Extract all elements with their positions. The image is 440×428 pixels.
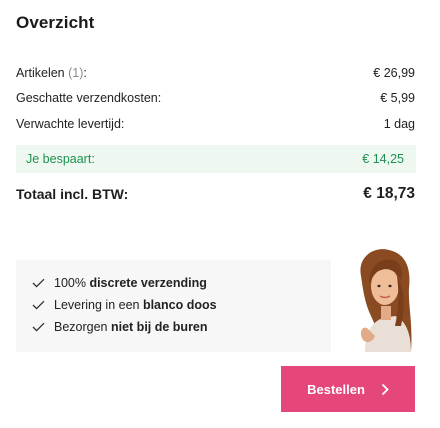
checkmark-icon — [32, 300, 45, 310]
shipping-value: € 5,99 — [380, 91, 415, 105]
perk-item: Bezorgen niet bij de buren — [32, 316, 331, 338]
shipping-label: Geschatte verzendkosten: — [16, 91, 162, 105]
delivery-time-value: 1 dag — [383, 117, 415, 131]
checkout-button[interactable]: Bestellen — [281, 366, 415, 412]
checkmark-icon — [32, 278, 45, 288]
savings-value: € 14,25 — [362, 152, 404, 166]
perk-item: Levering in een blanco doos — [32, 294, 331, 316]
savings-row: Je bespaart: € 14,25 — [16, 145, 416, 173]
items-value: € 26,99 — [373, 66, 415, 80]
delivery-time-label: Verwachte levertijd: — [16, 117, 125, 131]
delivery-time-row: Verwachte levertijd: 1 dag — [16, 117, 415, 131]
total-label: Totaal incl. BTW: — [16, 186, 129, 202]
woman-illustration-icon — [331, 246, 421, 352]
items-label: Artikelen (1): — [16, 66, 87, 80]
perk-item: 100% discrete verzending — [32, 272, 331, 294]
shipping-row: Geschatte verzendkosten: € 5,99 — [16, 91, 415, 105]
perk-text: Levering in een blanco doos — [54, 298, 217, 312]
perk-text: 100% discrete verzending — [54, 276, 207, 290]
savings-label: Je bespaart: — [26, 152, 95, 166]
total-value: € 18,73 — [363, 185, 415, 202]
chevron-right-icon — [381, 383, 389, 396]
total-row: Totaal incl. BTW: € 18,73 — [16, 185, 415, 203]
perk-text: Bezorgen niet bij de buren — [54, 320, 208, 334]
perks-box: 100% discrete verzending Levering in een… — [16, 260, 331, 352]
items-row: Artikelen (1): € 26,99 — [16, 66, 415, 80]
summary-title: Overzicht — [16, 13, 95, 32]
checkmark-icon — [32, 322, 45, 332]
checkout-button-label: Bestellen — [307, 381, 365, 397]
